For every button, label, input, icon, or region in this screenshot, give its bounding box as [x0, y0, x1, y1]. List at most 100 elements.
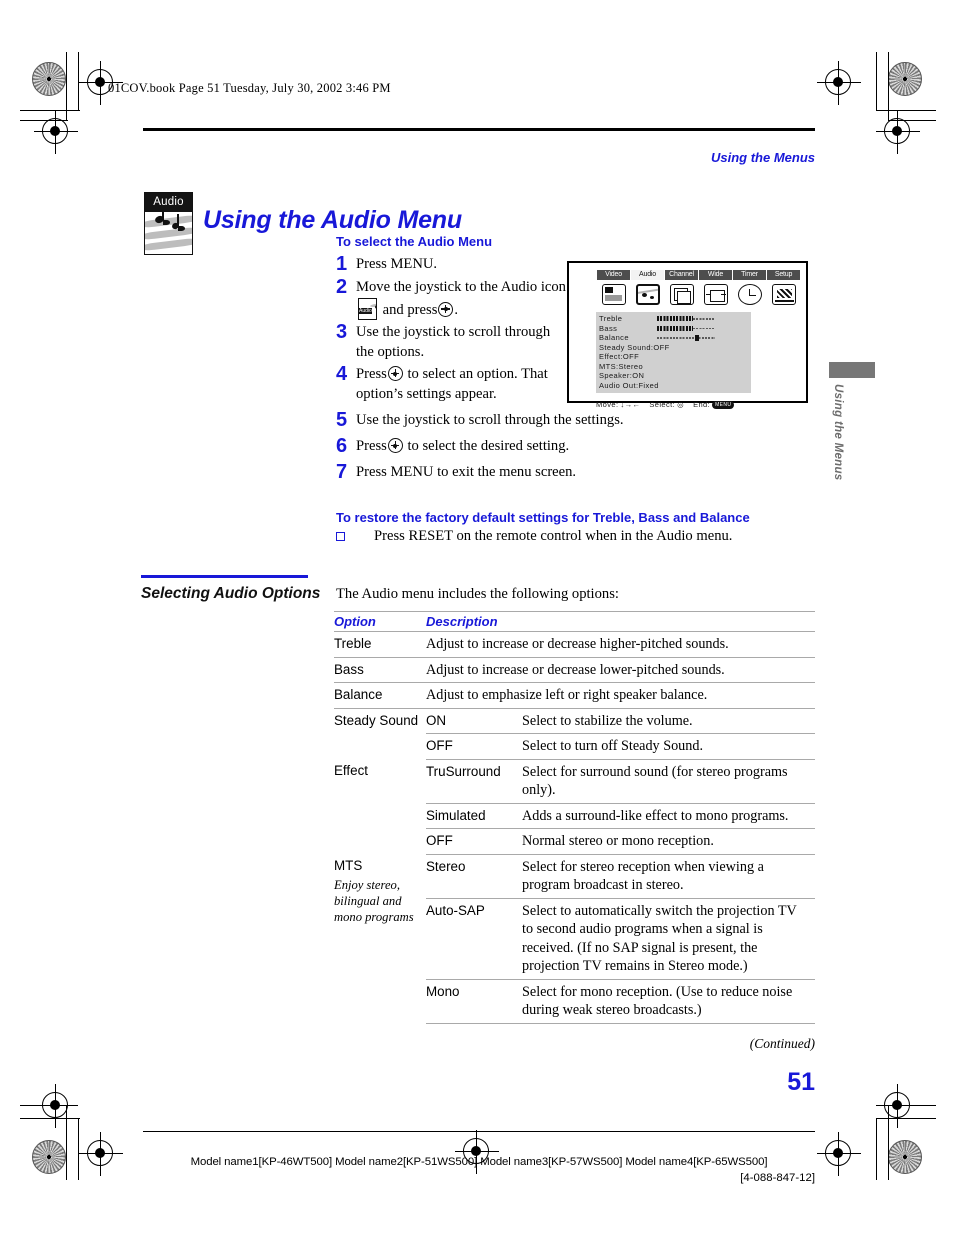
table-row: Bass Adjust to increase or decrease lowe…: [334, 657, 815, 683]
step-text: Press: [356, 366, 387, 382]
osd-option-balance[interactable]: Balance: [599, 333, 748, 343]
step-text: Move the joystick to the Audio icon: [356, 279, 566, 295]
osd-option-effect[interactable]: Effect:OFF: [599, 352, 748, 362]
cell-description: Select for mono reception. (Use to reduc…: [522, 979, 815, 1024]
running-head: Using the Menus: [710, 150, 815, 165]
cell-option-label: MTS: [334, 858, 363, 873]
osd-tab-video[interactable]: Video: [597, 270, 630, 280]
step-text-cont: and press: [382, 301, 438, 318]
cell-option: Treble: [334, 631, 426, 658]
cell-description: Select to turn off Steady Sound.: [522, 733, 815, 760]
step-number: 7: [336, 461, 348, 483]
osd-option-mts[interactable]: MTS:Stereo: [599, 362, 748, 372]
table-header-option: Option: [334, 611, 426, 632]
osd-balance-bar[interactable]: [657, 334, 719, 341]
continued-note: (Continued): [749, 1036, 815, 1051]
osd-tab-channel[interactable]: Channel: [665, 270, 698, 280]
book-source-line: 01COV.book Page 51 Tuesday, July 30, 200…: [108, 81, 391, 95]
cell-value: ON: [426, 708, 522, 734]
footer-rule: [143, 1131, 815, 1133]
step-text: Press MENU.: [356, 256, 438, 272]
osd-option-steady-sound[interactable]: Steady Sound:OFF: [599, 343, 748, 353]
crop-mark-top-left-h2: [20, 120, 68, 122]
crop-mark-bottom-right-v2: [876, 1118, 878, 1180]
section-rule: [141, 575, 308, 578]
cell-value: Stereo: [426, 854, 522, 899]
header-rule: [143, 128, 815, 131]
osd-hint-bar: Move: ↓→← Select: ◎ End: MENU: [596, 400, 778, 409]
osd-treble-bar[interactable]: [657, 316, 719, 322]
document-page: 01COV.book Page 51 Tuesday, July 30, 200…: [0, 0, 954, 1235]
cell-description: Adds a surround-like effect to mono prog…: [522, 803, 815, 829]
cell-value: Mono: [426, 979, 522, 1024]
osd-setup-icon[interactable]: [767, 281, 800, 307]
osd-bass-bar[interactable]: [657, 325, 719, 331]
cell-option: Bass: [334, 657, 426, 683]
joystick-press-icon: [387, 366, 403, 381]
osd-tab-row: Video Audio Channel Wide Timer Setup: [591, 270, 806, 280]
cell-value: OFF: [426, 733, 522, 760]
step-number: 2: [336, 276, 348, 298]
crop-mark-top-right-v2: [876, 52, 878, 110]
menu-button-icon: MENU: [712, 400, 735, 409]
osd-hint-end: End: MENU: [693, 400, 735, 409]
halftone-registration-mark-top-right: [888, 62, 922, 96]
cell-option-note: Enjoy stereo, bilingual and mono program…: [334, 878, 414, 924]
cell-value: Simulated: [426, 803, 522, 829]
cell-value: OFF: [426, 828, 522, 855]
osd-channel-icon[interactable]: [665, 281, 698, 307]
crop-mark-bottom-left-v2: [78, 1118, 80, 1180]
cell-description: Select for stereo reception when viewing…: [522, 854, 815, 899]
cell-description: Adjust to emphasize left or right speake…: [426, 682, 815, 709]
step-number: 5: [336, 409, 348, 431]
osd-option-list: Treble Bass Balance Steady Sound:OFF Eff…: [596, 312, 751, 393]
osd-timer-icon[interactable]: [733, 281, 766, 307]
cell-description: Adjust to increase or decrease lower-pit…: [426, 657, 815, 683]
osd-hint-select: Select: ◎: [649, 400, 684, 409]
audio-icon-inline: Audio: [358, 297, 377, 320]
page-title: Using the Audio Menu: [203, 205, 462, 234]
crop-mark-top-right-h1: [876, 110, 936, 112]
osd-wide-icon[interactable]: [699, 281, 732, 307]
crop-mark-top-right-h2: [888, 120, 936, 122]
tv-osd-screenshot: Video Audio Channel Wide Timer Setup Tre…: [567, 261, 808, 409]
osd-tab-timer[interactable]: Timer: [733, 270, 766, 280]
osd-option-treble[interactable]: Treble: [599, 314, 748, 324]
cell-description: Select for surround sound (for stereo pr…: [522, 759, 815, 804]
checkbox-bullet-icon: [336, 532, 345, 541]
osd-tab-wide[interactable]: Wide: [699, 270, 732, 280]
table-row: Steady Sound ON Select to stabilize the …: [334, 708, 815, 734]
restore-defaults-bullet: Press RESET on the remote control when i…: [336, 527, 732, 546]
cell-option: Balance: [334, 682, 426, 709]
table-header-description: Description: [426, 611, 815, 632]
crop-mark-bottom-left-h2: [20, 1105, 68, 1107]
step-text: Use the joystick to scroll through the s…: [356, 412, 624, 428]
osd-option-audio-out[interactable]: Audio Out:Fixed: [599, 381, 748, 391]
osd-tab-audio[interactable]: Audio: [631, 270, 664, 280]
osd-option-bass[interactable]: Bass: [599, 324, 748, 334]
restore-defaults-heading: To restore the factory default settings …: [336, 510, 750, 525]
footer-doc-code: [4-088-847-12]: [740, 1172, 815, 1184]
step-text-cont: to select the desired setting.: [407, 438, 570, 454]
joystick-press-icon: [438, 301, 454, 317]
table-row: MTS Enjoy stereo, bilingual and mono pro…: [334, 854, 815, 924]
joystick-press-icon: [387, 438, 403, 453]
step-number: 4: [336, 363, 348, 385]
footer-model-names: Model name1[KP-46WT500] Model name2[KP-5…: [190, 1156, 768, 1168]
cell-description: Select to stabilize the volume.: [522, 708, 815, 734]
halftone-registration-mark-bottom-right: [888, 1140, 922, 1174]
cell-option: Steady Sound: [334, 712, 419, 728]
osd-audio-icon[interactable]: [631, 281, 664, 307]
registration-target-left-upper: [34, 110, 78, 154]
audio-options-table: Option Description Treble Adjust to incr…: [334, 611, 815, 1024]
table-row: Treble Adjust to increase or decrease hi…: [334, 631, 815, 658]
osd-tab-setup[interactable]: Setup: [767, 270, 800, 280]
osd-hint-move: Move: ↓→←: [596, 400, 640, 409]
step-text: Press MENU to exit the menu screen.: [356, 464, 577, 480]
crop-mark-bottom-right-h2: [888, 1105, 936, 1107]
osd-option-speaker[interactable]: Speaker:ON: [599, 371, 748, 381]
table-row: Balance Adjust to emphasize left or righ…: [334, 682, 815, 709]
crop-mark-bottom-right-h1: [876, 1118, 936, 1120]
osd-hint-select-label: Select:: [649, 400, 676, 409]
osd-video-icon[interactable]: [597, 281, 630, 307]
